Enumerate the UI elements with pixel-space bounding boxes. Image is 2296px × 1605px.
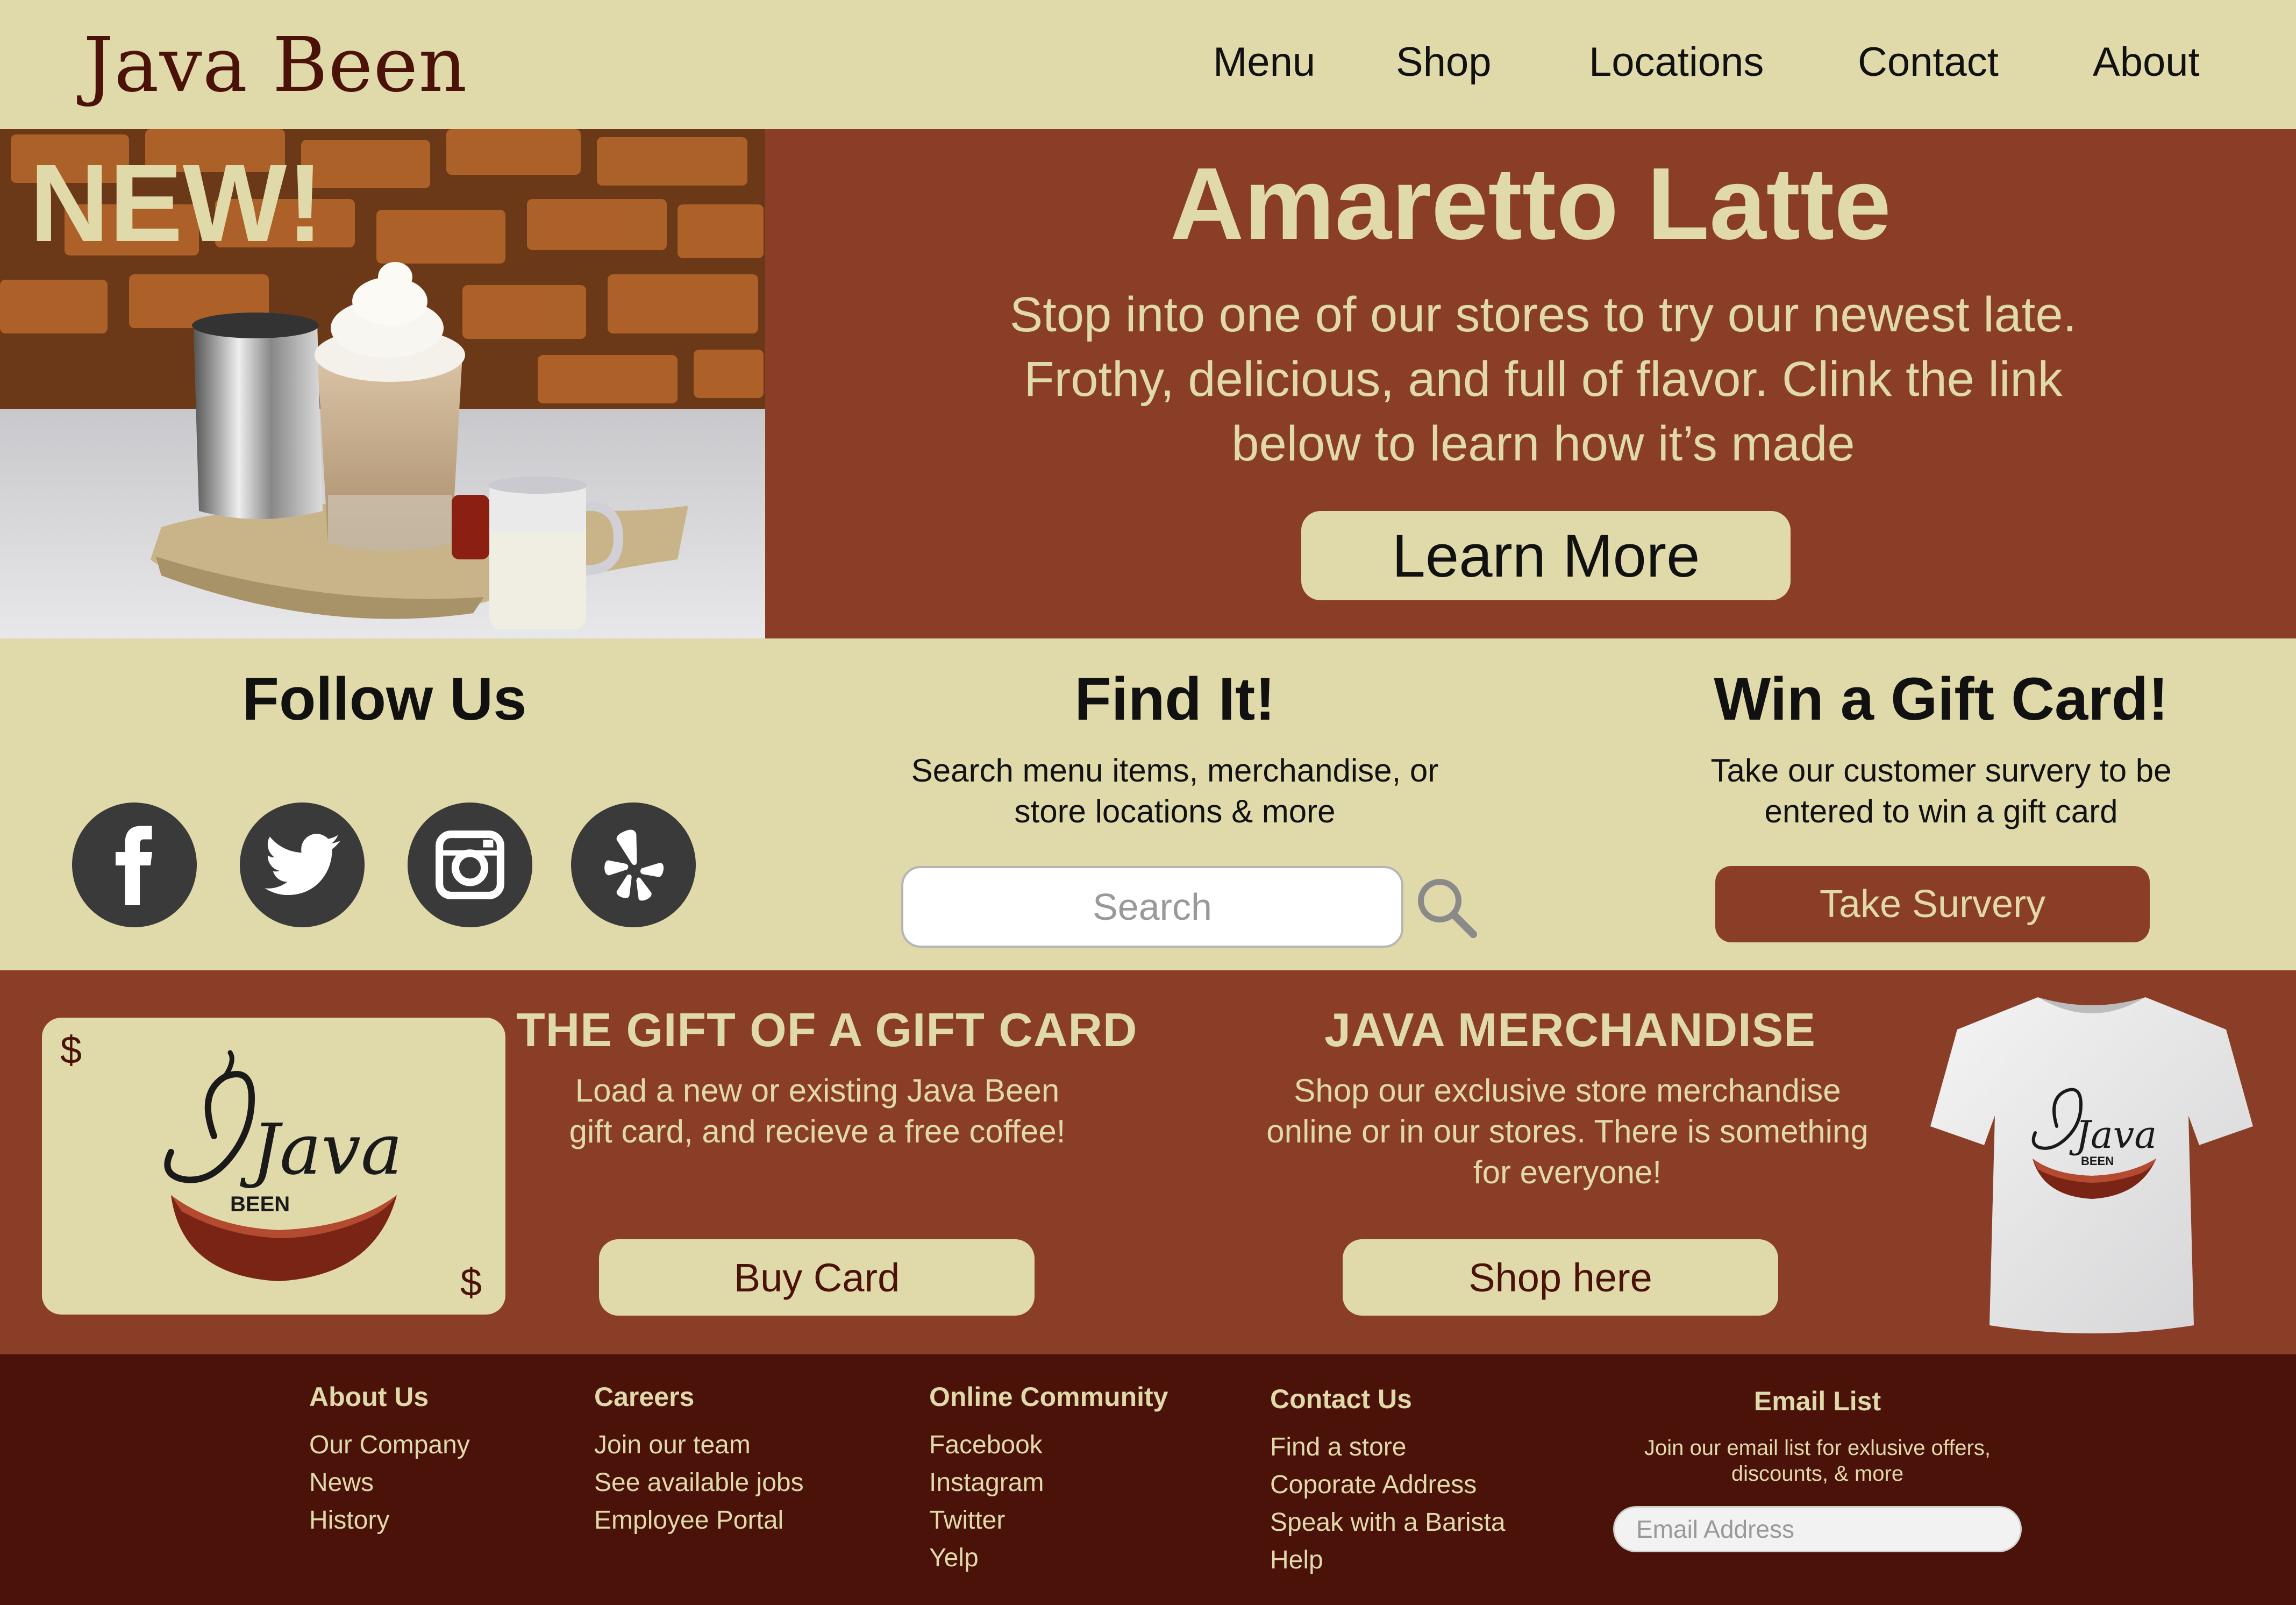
find-it-description: Search menu items, merchandise, or store… (911, 752, 1439, 829)
shop-here-button[interactable]: Shop here (1343, 1239, 1778, 1316)
buy-card-button[interactable]: Buy Card (599, 1239, 1035, 1316)
footer-column-contact: Contact Us Find a store Coporate Address… (1270, 1383, 1506, 1579)
footer-link-facebook[interactable]: Facebook (929, 1426, 1168, 1464)
nav-menu[interactable]: Menu (1213, 39, 1315, 86)
footer-link-yelp[interactable]: Yelp (929, 1539, 1168, 1577)
twitter-icon[interactable] (240, 803, 365, 927)
footer-heading-about: About Us (309, 1382, 429, 1412)
currency-symbol-bottom: $ (460, 1261, 482, 1304)
gift-card-logo-text: Java (240, 1109, 403, 1190)
merch-promo-description: Shop our exclusive store merchandise onl… (1266, 1073, 1869, 1190)
tshirt-logo-text: Java (2069, 1113, 2157, 1157)
gift-card-promo-title: THE GIFT OF A GIFT CARD (516, 1003, 1138, 1056)
instagram-icon[interactable] (408, 803, 532, 927)
footer-heading-careers: Careers (594, 1382, 695, 1412)
nav-contact[interactable]: Contact (1858, 39, 1999, 86)
yelp-icon[interactable] (571, 803, 696, 927)
gift-card-logo-subtext: BEEN (230, 1192, 290, 1216)
footer-link-instagram[interactable]: Instagram (929, 1464, 1168, 1502)
hero-title: Amaretto Latte (1170, 147, 1891, 261)
footer-column-careers: Careers Join our team See available jobs… (594, 1381, 804, 1539)
email-field[interactable] (1613, 1506, 2022, 1552)
gift-card-promo-description: Load a new or existing Java Been gift ca… (569, 1073, 1066, 1149)
java-been-logo: Java BEEN (164, 1050, 403, 1281)
hero-banner: NEW! Amaretto Latte Stop into one of our… (0, 129, 2296, 638)
footer-link-available-jobs[interactable]: See available jobs (594, 1464, 804, 1502)
nav-shop[interactable]: Shop (1396, 39, 1492, 86)
promo-strip: $ $ Java BEEN THE GIFT OF A GIFT CARD Lo… (0, 970, 2296, 1354)
site-logo[interactable]: Java Been (83, 22, 467, 109)
footer-link-news[interactable]: News (309, 1464, 470, 1502)
footer-link-corporate-address[interactable]: Coporate Address (1270, 1466, 1506, 1504)
footer-column-about: About Us Our Company News History (309, 1381, 470, 1539)
tshirt-logo-subtext: BEEN (2081, 1154, 2114, 1168)
merch-promo-title: JAVA MERCHANDISE (1324, 1003, 1816, 1056)
currency-symbol-top: $ (60, 1029, 82, 1072)
footer-link-employee-portal[interactable]: Employee Portal (594, 1502, 804, 1539)
win-gift-card-description: Take our customer survery to be entered … (1710, 752, 2172, 829)
site-footer: About Us Our Company News History Career… (0, 1354, 2296, 1605)
new-badge: NEW! (30, 141, 324, 265)
footer-heading-community: Online Community (929, 1382, 1168, 1412)
follow-us-title: Follow Us (242, 665, 527, 733)
search-input[interactable] (901, 866, 1403, 948)
email-list-description: Join our email list for exlusive offers,… (1644, 1436, 1991, 1486)
learn-more-button[interactable]: Learn More (1301, 511, 1791, 600)
footer-link-join-team[interactable]: Join our team (594, 1426, 804, 1464)
nav-locations[interactable]: Locations (1589, 39, 1764, 86)
footer-link-find-store[interactable]: Find a store (1270, 1429, 1506, 1466)
facebook-icon[interactable] (72, 803, 197, 927)
take-survey-button[interactable]: Take Survery (1715, 866, 2150, 942)
footer-link-our-company[interactable]: Our Company (309, 1426, 470, 1464)
footer-heading-contact: Contact Us (1270, 1384, 1412, 1414)
nav-about[interactable]: About (2093, 39, 2200, 86)
footer-link-history[interactable]: History (309, 1502, 470, 1539)
site-header: Java Been Menu Shop Locations Contact Ab… (0, 0, 2296, 129)
footer-column-community: Online Community Facebook Instagram Twit… (929, 1381, 1168, 1577)
footer-link-speak-barista[interactable]: Speak with a Barista (1270, 1504, 1506, 1542)
find-it-title: Find It! (1074, 665, 1275, 733)
footer-link-help[interactable]: Help (1270, 1542, 1506, 1579)
win-gift-card-title: Win a Gift Card! (1714, 665, 2169, 733)
features-strip: Follow Us Find It! Search menu items, me… (0, 638, 2296, 970)
tshirt-image: Java BEEN (1925, 992, 2258, 1336)
amaretto-latte-photo: NEW! (0, 129, 765, 638)
search-icon[interactable] (1414, 875, 1479, 940)
footer-link-twitter[interactable]: Twitter (929, 1502, 1168, 1539)
gift-card-image: $ $ Java BEEN (42, 1018, 505, 1315)
hero-description: Stop into one of our stores to try our n… (1009, 287, 2077, 471)
email-list-title: Email List (1753, 1386, 1881, 1416)
